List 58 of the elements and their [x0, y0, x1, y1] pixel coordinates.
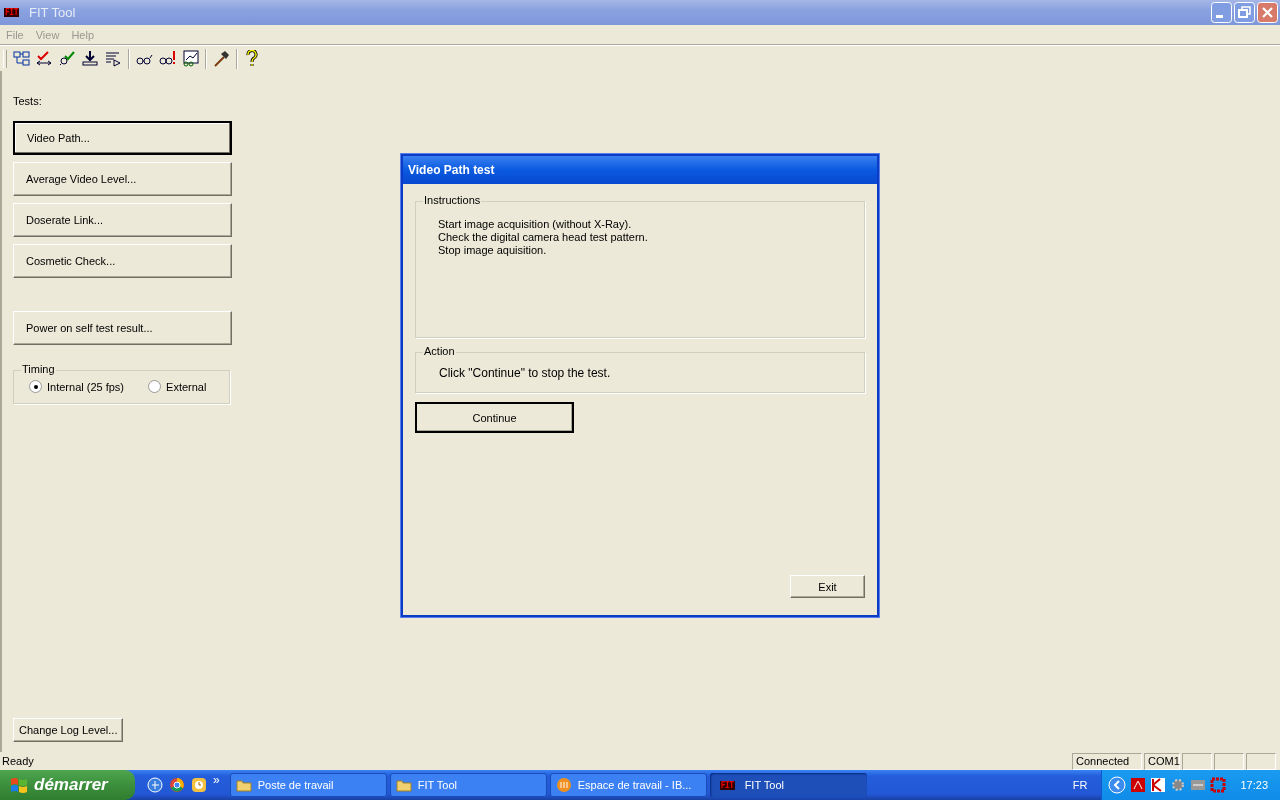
minimize-button[interactable]	[1211, 2, 1232, 23]
start-button[interactable]: démarrer	[0, 770, 135, 800]
hammer-icon[interactable]	[213, 50, 230, 67]
instruction-text: Check the digital camera head test pattern.	[438, 231, 649, 244]
clock-icon[interactable]	[191, 777, 207, 793]
status-pane	[1214, 752, 1244, 770]
window-title: FIT Tool	[28, 5, 77, 20]
group-label: Action	[423, 345, 456, 357]
instruction-text: Stop image aquisition.	[438, 244, 548, 257]
clock: 17:23	[1240, 779, 1268, 791]
check-search-icon[interactable]	[59, 50, 76, 67]
tree-icon[interactable]	[13, 50, 30, 67]
check-arrows-icon[interactable]	[36, 50, 53, 67]
chrome-icon[interactable]	[169, 777, 185, 793]
status-pane: COM1	[1144, 752, 1180, 770]
taskbar-button[interactable]: FIT FIT Tool	[709, 773, 867, 797]
restore-button[interactable]	[1234, 2, 1255, 23]
taskbar-button[interactable]: Espace de travail - IB...	[549, 773, 707, 797]
radio-option[interactable]: Internal (25 fps)	[29, 380, 125, 393]
taskbar-button[interactable]: Poste de travail	[229, 773, 387, 797]
chevron-left-icon[interactable]	[1108, 776, 1127, 794]
close-button[interactable]	[1257, 2, 1278, 23]
folder-icon	[235, 777, 252, 793]
shield-k-icon[interactable]	[1150, 777, 1167, 793]
windows-flag-icon	[10, 776, 28, 794]
app-logo: FIT	[719, 780, 735, 790]
status-pane: Connected	[1072, 752, 1142, 770]
dialog-title: Video Path test	[403, 156, 877, 184]
app-icon	[555, 777, 572, 793]
taskbar-button[interactable]: FIT Tool	[389, 773, 547, 797]
radio-option[interactable]: External	[148, 380, 207, 393]
download-icon[interactable]	[82, 50, 99, 67]
list-play-icon[interactable]	[105, 50, 122, 67]
status-text: Ready	[1, 755, 35, 767]
browser-icon[interactable]	[147, 777, 163, 793]
instruction-text: Start image acquisition (without X-Ray).	[438, 218, 633, 231]
continue-button[interactable]: Continue	[415, 402, 574, 433]
language-indicator[interactable]: FR	[1072, 779, 1088, 791]
test-button[interactable]: Video Path...	[13, 121, 232, 155]
change-log-level-button[interactable]: Change Log Level...	[13, 718, 124, 742]
test-button[interactable]: Average Video Level...	[13, 162, 232, 196]
app-logo: FIT	[4, 8, 19, 17]
glasses-warning-icon[interactable]	[159, 50, 176, 67]
more-chevron[interactable]: »	[213, 773, 220, 787]
pdf-icon[interactable]	[1130, 777, 1147, 793]
power-test-button[interactable]: Power on self test result...	[13, 311, 232, 345]
help-icon[interactable]	[244, 50, 261, 67]
glasses-chart-icon[interactable]	[182, 50, 199, 67]
tests-label: Tests:	[13, 95, 42, 107]
action-text: Click "Continue" to stop the test.	[439, 366, 612, 380]
status-pane	[1182, 752, 1212, 770]
test-button[interactable]: Cosmetic Check...	[13, 244, 232, 278]
test-button[interactable]: Doserate Link...	[13, 203, 232, 237]
group-label: Instructions	[423, 194, 482, 206]
status-pane	[1246, 752, 1276, 770]
folder-icon	[395, 777, 412, 793]
exit-button[interactable]: Exit	[790, 575, 865, 598]
group-label: Timing	[21, 363, 56, 375]
